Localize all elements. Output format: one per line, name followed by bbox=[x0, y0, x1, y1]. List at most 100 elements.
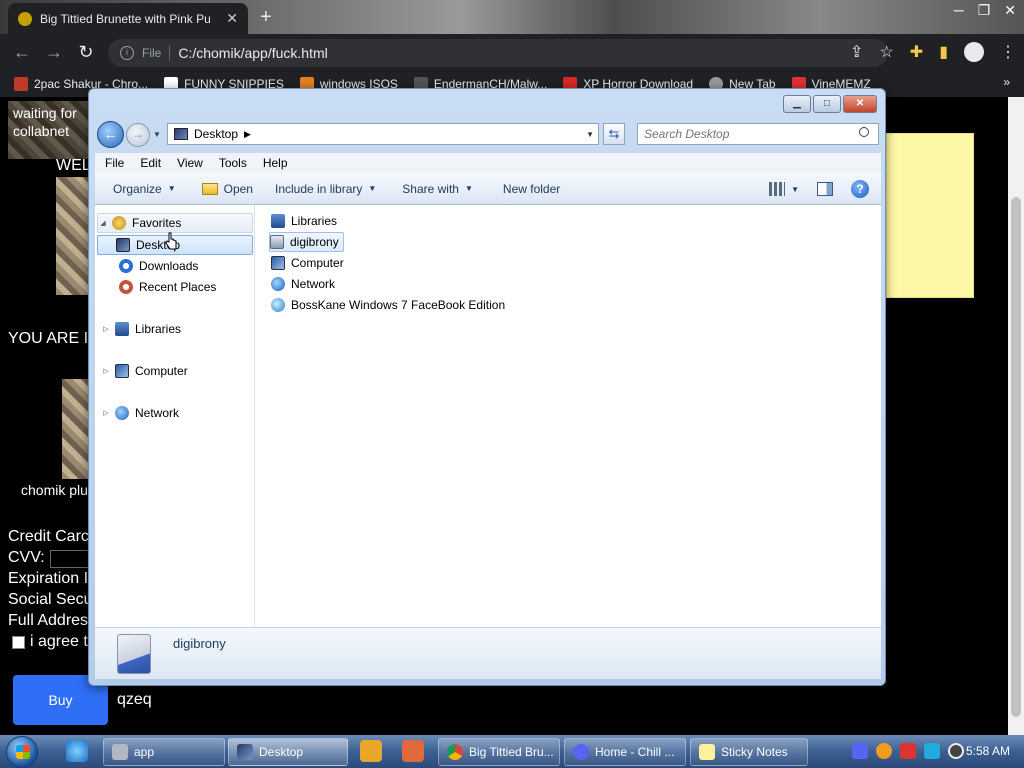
menu-view[interactable]: View bbox=[177, 156, 203, 170]
menu-dots-icon[interactable]: ⋮ bbox=[1000, 42, 1016, 62]
shortcut-icon bbox=[271, 298, 285, 312]
change-view-icon[interactable] bbox=[769, 182, 786, 196]
nav-favorites[interactable]: ◢ Favorites bbox=[97, 213, 253, 233]
list-item[interactable]: BossKane Windows 7 FaceBook Edition bbox=[271, 295, 509, 315]
waiting-text: waiting for bbox=[13, 105, 77, 121]
help-icon[interactable]: ? bbox=[851, 180, 869, 198]
taskbar-item-sticky-notes[interactable]: Sticky Notes bbox=[690, 738, 808, 766]
search-input[interactable] bbox=[637, 123, 879, 145]
cvv-label: CVV: bbox=[8, 549, 45, 566]
taskbar-item-desktop[interactable]: Desktop bbox=[228, 738, 348, 766]
start-button[interactable] bbox=[6, 736, 38, 768]
back-arrow-icon[interactable]: ← bbox=[6, 42, 38, 63]
discord-tray-icon[interactable] bbox=[852, 743, 868, 759]
expand-down-icon[interactable]: ◢ bbox=[98, 219, 108, 227]
nav-network[interactable]: ▷ Network bbox=[95, 403, 255, 423]
share-icon[interactable]: ⇪ bbox=[850, 42, 863, 62]
tab-close-icon[interactable]: ✕ bbox=[226, 10, 238, 27]
side-panel-icon[interactable]: ▮ bbox=[939, 42, 948, 62]
menu-help[interactable]: Help bbox=[263, 156, 288, 170]
profile-avatar[interactable] bbox=[964, 42, 984, 62]
extensions-icon[interactable]: ✚ bbox=[910, 42, 923, 62]
menu-edit[interactable]: Edit bbox=[140, 156, 161, 170]
explorer-nav-row: ← → ▼ Desktop ▶ ▼ ⇆ bbox=[95, 121, 881, 149]
recent-pages-dropdown-icon[interactable]: ▼ bbox=[153, 130, 161, 139]
menu-tools[interactable]: Tools bbox=[219, 156, 247, 170]
new-folder-button[interactable]: New folder bbox=[503, 182, 560, 196]
reload-icon[interactable]: ↻ bbox=[70, 42, 102, 63]
bookmark-star-icon[interactable]: ☆ bbox=[879, 42, 893, 62]
item-label: Computer bbox=[291, 256, 344, 270]
taskbar-item-discord[interactable]: Home - Chill ... bbox=[564, 738, 686, 766]
favorites-star-icon bbox=[112, 216, 126, 230]
list-item-selected[interactable]: digibrony bbox=[269, 232, 344, 252]
new-folder-label: New folder bbox=[502, 181, 561, 196]
share-with-button[interactable]: Share with ▼ bbox=[402, 182, 473, 196]
info-icon[interactable]: i bbox=[120, 46, 134, 60]
monitor-tray-icon[interactable] bbox=[924, 743, 940, 759]
app-icon bbox=[112, 744, 128, 760]
internet-explorer-icon[interactable] bbox=[66, 740, 88, 762]
forward-button[interactable]: → bbox=[126, 123, 150, 147]
minimize-button[interactable]: ▁ bbox=[783, 95, 811, 113]
libraries-icon bbox=[271, 214, 285, 228]
breadcrumb-arrow-icon[interactable]: ▶ bbox=[244, 129, 251, 140]
list-item[interactable]: Network bbox=[271, 274, 339, 294]
taskbar-item-app[interactable]: app bbox=[103, 738, 225, 766]
hamster-image bbox=[56, 177, 90, 295]
close-button[interactable]: ✕ bbox=[843, 95, 877, 113]
forward-arrow-icon[interactable]: → bbox=[38, 42, 70, 63]
nav-recent-places[interactable]: Recent Places bbox=[95, 277, 255, 297]
tab-title: Big Tittied Brunette with Pink Pu bbox=[40, 11, 211, 26]
back-button[interactable]: ← bbox=[97, 121, 124, 148]
address-bar[interactable]: i File C:/chomik/app/fuck.html bbox=[108, 39, 888, 67]
clock[interactable]: 5:58 AM bbox=[966, 744, 1010, 758]
nav-downloads[interactable]: Downloads bbox=[95, 256, 255, 276]
restore-icon[interactable]: ❐ bbox=[978, 2, 991, 19]
menu-file[interactable]: File bbox=[105, 156, 124, 170]
cvv-input[interactable] bbox=[50, 550, 90, 568]
address-dropdown-icon[interactable]: ▼ bbox=[586, 130, 594, 139]
scrollbar-thumb[interactable] bbox=[1011, 197, 1021, 717]
new-tab-icon[interactable]: + bbox=[260, 6, 272, 29]
media-player-icon[interactable] bbox=[360, 740, 382, 762]
expand-right-icon[interactable]: ▷ bbox=[101, 367, 111, 375]
taskbar-item-chrome[interactable]: Big Tittied Bru... bbox=[438, 738, 560, 766]
image-caption: chomik plu bbox=[21, 482, 88, 498]
preview-pane-icon[interactable] bbox=[817, 182, 833, 196]
browser-tab[interactable]: Big Tittied Brunette with Pink Pu ✕ bbox=[8, 3, 248, 34]
search-tray-icon[interactable] bbox=[876, 743, 892, 759]
refresh-button[interactable]: ⇆ bbox=[603, 123, 625, 145]
agree-checkbox[interactable] bbox=[12, 636, 25, 649]
list-item[interactable]: Computer bbox=[271, 253, 348, 273]
minimize-icon[interactable]: ─ bbox=[954, 2, 964, 19]
list-item[interactable]: Libraries bbox=[271, 211, 341, 231]
desktop-icon bbox=[174, 128, 188, 140]
open-button[interactable]: Open bbox=[201, 182, 253, 196]
nav-label: Computer bbox=[135, 364, 188, 378]
explorer-menu-bar: File Edit View Tools Help bbox=[95, 153, 881, 173]
window-controls: ─ ❐ ✕ bbox=[954, 2, 1016, 19]
page-scrollbar[interactable] bbox=[1008, 97, 1024, 735]
bookmarks-overflow-icon[interactable]: » bbox=[1003, 75, 1010, 89]
url-text[interactable]: C:/chomik/app/fuck.html bbox=[178, 45, 327, 61]
maximize-button[interactable]: □ bbox=[813, 95, 841, 113]
chevron-down-icon[interactable]: ▼ bbox=[791, 185, 799, 194]
agree-label: i agree t bbox=[30, 633, 88, 650]
include-in-library-button[interactable]: Include in library ▼ bbox=[275, 182, 376, 196]
nav-computer[interactable]: ▷ Computer bbox=[95, 361, 255, 381]
expand-right-icon[interactable]: ▷ bbox=[101, 409, 111, 417]
explorer-address-bar[interactable]: Desktop ▶ ▼ bbox=[167, 123, 599, 145]
nav-label: Network bbox=[135, 406, 180, 420]
flag-tray-icon[interactable] bbox=[900, 743, 916, 759]
organize-button[interactable]: Organize ▼ bbox=[113, 182, 176, 196]
volume-tray-icon[interactable] bbox=[948, 743, 964, 759]
close-window-icon[interactable]: ✕ bbox=[1004, 2, 1016, 19]
search-icon[interactable] bbox=[859, 127, 869, 137]
item-label: digibrony bbox=[290, 235, 339, 249]
nav-libraries[interactable]: ▷ Libraries bbox=[95, 319, 255, 339]
downloads-icon bbox=[119, 259, 133, 273]
expand-right-icon[interactable]: ▷ bbox=[101, 325, 111, 333]
paint-icon[interactable] bbox=[402, 740, 424, 762]
sticky-note[interactable] bbox=[886, 133, 974, 298]
